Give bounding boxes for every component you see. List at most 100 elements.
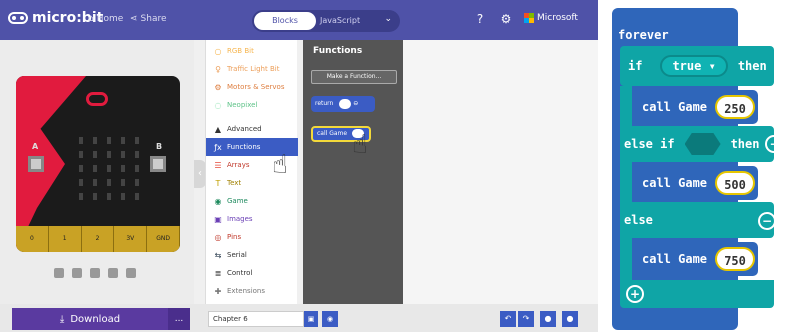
save-icon[interactable]: ▣ [304,311,318,327]
redo-icon[interactable]: ↷ [518,311,534,327]
toolbox-category-serial[interactable]: ⇆ Serial [206,246,298,264]
add-else-if-icon[interactable]: + [626,285,644,303]
button-a-label: A [32,142,39,151]
toolbox-category-game[interactable]: ◉ Game [206,192,298,210]
rgb-bit-icon: ○ [214,46,222,56]
category-label: Text [227,179,242,187]
toolbox-category-traffic-light-bit[interactable]: ♀ Traffic Light Bit [206,60,298,78]
category-label: Arrays [227,161,250,169]
led-matrix [74,134,144,204]
gear-icon: ⚙ [214,82,222,92]
project-name-input[interactable]: Chapter 6 [208,311,304,327]
call-game-500-block[interactable]: call Game 500 [632,166,758,200]
button-b[interactable] [150,156,166,172]
home-label: Home [96,14,124,24]
download-label: Download [70,313,121,325]
image-icon: ▣ [214,214,222,224]
hand-cursor-icon: ☝ [272,150,288,180]
github-icon[interactable]: ◉ [322,311,338,327]
list-icon: ☰ [214,160,222,170]
toolbox-category-pins[interactable]: ◎ Pins [206,228,298,246]
undo-icon[interactable]: ↶ [500,311,516,327]
microbit-board[interactable]: A B 0 1 2 3V GND [16,76,180,252]
pin-0[interactable]: 0 [16,226,49,252]
editor-switcher: Blocks JavaScript ⌄ [252,10,400,32]
return-value-slot[interactable] [339,98,352,109]
edge-pins: 0 1 2 3V GND [16,226,180,252]
pin-2[interactable]: 2 [82,226,115,252]
call-game-label: call Game [642,252,708,266]
microsoft-logo[interactable]: Microsoft [524,13,578,23]
category-label: Game [227,197,248,205]
plus-icon: ✚ [214,286,222,296]
simulator-controls [54,268,136,278]
download-button[interactable]: ⤓ Download [12,308,168,330]
microbit-logo-icon [8,12,28,24]
true-dropdown[interactable]: true ▾ [660,55,728,77]
chevron-up-icon: ▲ [214,124,222,134]
remove-else-if-icon[interactable]: − [765,135,784,153]
category-label: RGB Bit [227,47,254,55]
restart-icon[interactable] [72,268,82,278]
toolbox-category-advanced[interactable]: ▲ Advanced [206,120,298,138]
share-icon: ⋖ [130,14,138,24]
if-label: if [628,59,643,73]
button-b-label: B [156,142,163,151]
category-label: Control [227,269,253,277]
zoom-out-icon[interactable]: ● [562,311,578,327]
home-button[interactable]: ⌂ Home [88,14,123,24]
toolbox-category-motors-servos[interactable]: ⚙ Motors & Servos [206,78,298,96]
toolbox-category-control[interactable]: ≣ Control [206,264,298,282]
download-more-button[interactable]: ... [168,308,190,330]
gear-icon[interactable]: ⚙ [498,11,514,27]
functions-flyout: Functions Make a Function... return ⊖ ca… [303,40,403,304]
remove-else-icon[interactable]: − [758,212,776,230]
empty-condition-slot[interactable] [684,133,721,155]
value-750-input[interactable]: 750 [715,247,756,271]
value-500-input[interactable]: 500 [715,171,756,195]
else-label: else [624,213,653,227]
category-label: Motors & Servos [227,83,285,91]
zoom-in-icon[interactable]: ● [540,311,556,327]
tab-blocks[interactable]: Blocks [254,12,316,30]
call-game-250-block[interactable]: call Game 250 [632,90,758,124]
toolbox-category-images[interactable]: ▣ Images [206,210,298,228]
then-label: then [737,59,767,73]
return-block[interactable]: return ⊖ [311,96,375,112]
then-label: then [730,137,760,151]
call-block-label: call Game [317,130,348,137]
slowmo-icon[interactable] [90,268,100,278]
help-icon[interactable]: ? [472,11,488,27]
category-label: Neopixel [227,101,258,109]
tab-javascript[interactable]: JavaScript [320,12,380,30]
category-label: Serial [227,251,247,259]
blocks-workspace[interactable] [403,40,598,304]
fullscreen-icon[interactable] [126,268,136,278]
toolbox-category-neopixel[interactable]: ◌ Neopixel [206,96,298,114]
pin-icon: ◎ [214,232,222,242]
remove-circle-icon[interactable]: ⊖ [353,100,358,107]
chevron-down-icon[interactable]: ⌄ [384,14,392,24]
screenshot-stage: micro:bit ⌂ Home ⋖ Share Blocks JavaScri… [0,0,786,332]
pin-1[interactable]: 1 [49,226,82,252]
category-label: Advanced [227,125,262,133]
serial-icon: ⇆ [214,250,222,260]
call-game-750-block[interactable]: call Game 750 [632,242,758,276]
value-250-input[interactable]: 250 [715,95,756,119]
home-icon: ⌂ [88,14,94,24]
make-function-button[interactable]: Make a Function... [311,70,397,84]
bottom-toolbar: ⤓ Download ... Chapter 6 ▣ ◉ ↶ ↷ ● ● [0,304,598,332]
text-icon: T [215,178,221,188]
javascript-tab-label: JavaScript [320,16,361,25]
toolbox-category-rgb-bit[interactable]: ○ RGB Bit [206,42,298,60]
stop-icon[interactable] [54,268,64,278]
category-label: Pins [227,233,242,241]
forever-label: forever [618,28,669,42]
share-label: Share [140,14,167,24]
microsoft-logo-icon [524,13,534,23]
toolbox-category-extensions[interactable]: ✚ Extensions [206,282,298,300]
board-logo-icon[interactable] [86,92,108,106]
button-a[interactable] [28,156,44,172]
share-button[interactable]: ⋖ Share [130,14,167,24]
mute-icon[interactable] [108,268,118,278]
